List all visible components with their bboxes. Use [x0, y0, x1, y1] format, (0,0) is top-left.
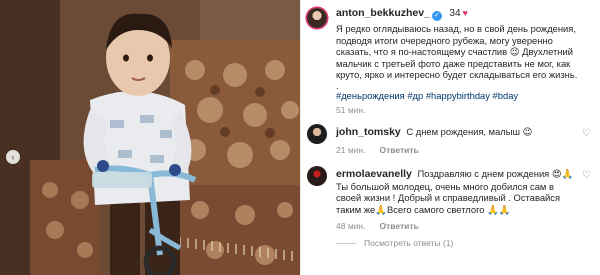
likes-count: 34: [449, 8, 461, 19]
commenter-avatar[interactable]: [307, 124, 327, 144]
heart-icon: ♥: [462, 8, 468, 18]
reply-button[interactable]: Ответить: [379, 145, 418, 155]
comment-item: john_tomsky С днем рождения, малыш 😉 21 …: [307, 124, 597, 158]
comment-item: ermolaevanelly Поздравляю с днем рождени…: [307, 166, 597, 246]
reply-button[interactable]: Ответить: [379, 221, 418, 231]
author-avatar[interactable]: [307, 8, 327, 28]
comment-author[interactable]: john_tomsky: [336, 126, 401, 138]
view-replies-label: Посмотреть ответы (1): [364, 238, 454, 248]
post-time: 51 мин.: [336, 104, 366, 115]
comment-text: С днем рождения, малыш 😉: [406, 126, 533, 137]
post-caption-block: anton_bekkuzhev_ ✓ 34 ♥ Я редко оглядываюс…: [307, 6, 597, 116]
author-username[interactable]: anton_bekkuzhev_: [336, 7, 430, 19]
like-comment-heart-icon[interactable]: ♡: [582, 128, 591, 139]
commenter-avatar[interactable]: [307, 166, 327, 186]
replies-divider: [336, 243, 356, 245]
comment-time: 21 мин.: [336, 144, 366, 155]
post-hashtags[interactable]: #деньрождения #др #happybirthday #bday: [336, 90, 594, 102]
post-sidebar: anton_bekkuzhev_ ✓ 34 ♥ Я редко оглядываюс…: [300, 0, 600, 275]
post-photo[interactable]: ‹: [0, 0, 300, 275]
caption-dot: .: [336, 79, 339, 91]
verified-badge-icon: ✓: [431, 11, 442, 21]
comment-author[interactable]: ermolaevanelly: [336, 168, 412, 180]
post-caption: Я редко оглядываюсь назад, но в свой ден…: [336, 23, 578, 81]
like-comment-heart-icon[interactable]: ♡: [582, 170, 591, 181]
photo-illustration: [0, 0, 300, 275]
chevron-left-icon[interactable]: ‹: [6, 150, 20, 164]
view-replies-button[interactable]: Посмотреть ответы (1): [336, 238, 453, 248]
comment-time: 48 мин.: [336, 221, 366, 232]
